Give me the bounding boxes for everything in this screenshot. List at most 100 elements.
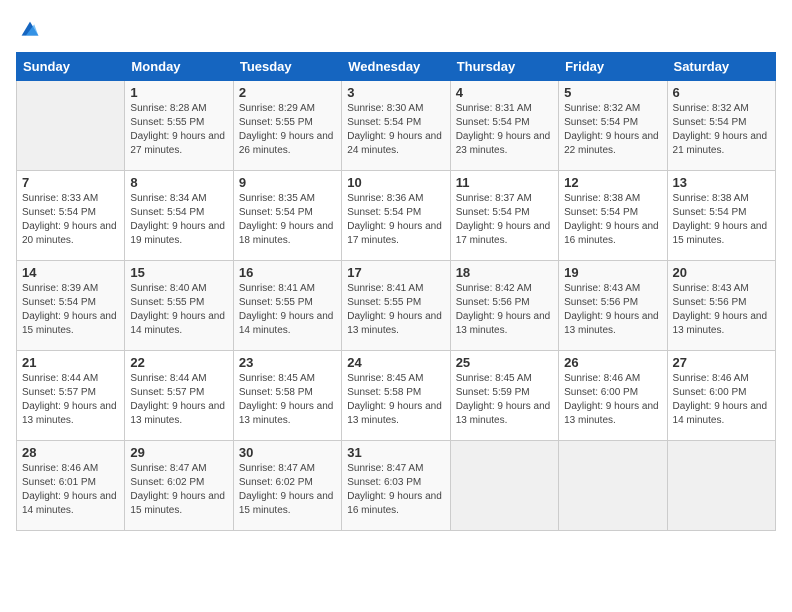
day-number: 29 (130, 445, 227, 460)
day-info: Sunrise: 8:29 AMSunset: 5:55 PMDaylight:… (239, 102, 336, 158)
calendar-cell: 3 Sunrise: 8:30 AMSunset: 5:54 PMDaylight… (342, 81, 450, 171)
calendar-cell: 13 Sunrise: 8:38 AMSunset: 5:54 PMDayligh… (667, 171, 775, 261)
day-info: Sunrise: 8:47 AMSunset: 6:03 PMDaylight:… (347, 462, 444, 518)
day-info: Sunrise: 8:38 AMSunset: 5:54 PMDaylight:… (673, 192, 770, 248)
calendar-cell: 29 Sunrise: 8:47 AMSunset: 6:02 PMDayligh… (125, 441, 233, 531)
day-number: 20 (673, 265, 770, 280)
day-number: 9 (239, 175, 336, 190)
calendar-cell: 30Sunrise: 8:47 AMSunset: 6:02 PMDayligh… (233, 441, 341, 531)
logo (16, 16, 48, 44)
calendar-header-row: SundayMondayTuesdayWednesdayThursdayFrid… (17, 53, 776, 81)
day-info: Sunrise: 8:46 AMSunset: 6:01 PMDaylight:… (22, 462, 119, 518)
day-info: Sunrise: 8:47 AMSunset: 6:02 PMDaylight:… (239, 462, 336, 518)
day-info: Sunrise: 8:32 AMSunset: 5:54 PMDaylight:… (564, 102, 661, 158)
calendar-cell: 12 Sunrise: 8:38 AMSunset: 5:54 PMDayligh… (559, 171, 667, 261)
day-number: 13 (673, 175, 770, 190)
calendar-cell: 28 Sunrise: 8:46 AMSunset: 6:01 PMDayligh… (17, 441, 125, 531)
day-info: Sunrise: 8:28 AMSunset: 5:55 PMDaylight:… (130, 102, 227, 158)
day-info: Sunrise: 8:43 AMSunset: 5:56 PMDaylight:… (564, 282, 661, 338)
day-info: Sunrise: 8:36 AMSunset: 5:54 PMDaylight:… (347, 192, 444, 248)
day-info: Sunrise: 8:45 AMSunset: 5:58 PMDaylight:… (239, 372, 336, 428)
calendar-week-row: 1 Sunrise: 8:28 AMSunset: 5:55 PMDaylight… (17, 81, 776, 171)
calendar-cell: 18 Sunrise: 8:42 AMSunset: 5:56 PMDayligh… (450, 261, 558, 351)
day-number: 1 (130, 85, 227, 100)
calendar-cell (450, 441, 558, 531)
calendar-cell: 31Sunrise: 8:47 AMSunset: 6:03 PMDayligh… (342, 441, 450, 531)
calendar-cell: 9 Sunrise: 8:35 AMSunset: 5:54 PMDaylight… (233, 171, 341, 261)
day-number: 4 (456, 85, 553, 100)
day-info: Sunrise: 8:45 AMSunset: 5:58 PMDaylight:… (347, 372, 444, 428)
calendar-cell: 19 Sunrise: 8:43 AMSunset: 5:56 PMDayligh… (559, 261, 667, 351)
day-info: Sunrise: 8:31 AMSunset: 5:54 PMDaylight:… (456, 102, 553, 158)
day-info: Sunrise: 8:41 AMSunset: 5:55 PMDaylight:… (347, 282, 444, 338)
day-number: 10 (347, 175, 444, 190)
day-info: Sunrise: 8:44 AMSunset: 5:57 PMDaylight:… (22, 372, 119, 428)
day-number: 3 (347, 85, 444, 100)
day-number: 11 (456, 175, 553, 190)
header-saturday: Saturday (667, 53, 775, 81)
day-info: Sunrise: 8:46 AMSunset: 6:00 PMDaylight:… (564, 372, 661, 428)
day-info: Sunrise: 8:46 AMSunset: 6:00 PMDaylight:… (673, 372, 770, 428)
day-number: 17 (347, 265, 444, 280)
day-info: Sunrise: 8:41 AMSunset: 5:55 PMDaylight:… (239, 282, 336, 338)
calendar-table: SundayMondayTuesdayWednesdayThursdayFrid… (16, 52, 776, 531)
day-info: Sunrise: 8:42 AMSunset: 5:56 PMDaylight:… (456, 282, 553, 338)
calendar-cell: 26 Sunrise: 8:46 AMSunset: 6:00 PMDayligh… (559, 351, 667, 441)
day-info: Sunrise: 8:43 AMSunset: 5:56 PMDaylight:… (673, 282, 770, 338)
calendar-cell: 24 Sunrise: 8:45 AMSunset: 5:58 PMDayligh… (342, 351, 450, 441)
day-info: Sunrise: 8:30 AMSunset: 5:54 PMDaylight:… (347, 102, 444, 158)
calendar-cell: 7Sunrise: 8:33 AMSunset: 5:54 PMDaylight… (17, 171, 125, 261)
day-number: 5 (564, 85, 661, 100)
day-info: Sunrise: 8:35 AMSunset: 5:54 PMDaylight:… (239, 192, 336, 248)
calendar-cell: 15 Sunrise: 8:40 AMSunset: 5:55 PMDayligh… (125, 261, 233, 351)
day-number: 18 (456, 265, 553, 280)
calendar-cell: 27 Sunrise: 8:46 AMSunset: 6:00 PMDayligh… (667, 351, 775, 441)
calendar-cell: 17 Sunrise: 8:41 AMSunset: 5:55 PMDayligh… (342, 261, 450, 351)
calendar-cell: 11 Sunrise: 8:37 AMSunset: 5:54 PMDayligh… (450, 171, 558, 261)
day-info: Sunrise: 8:38 AMSunset: 5:54 PMDaylight:… (564, 192, 661, 248)
day-number: 8 (130, 175, 227, 190)
header-wednesday: Wednesday (342, 53, 450, 81)
page-header (16, 16, 776, 44)
day-info: Sunrise: 8:47 AMSunset: 6:02 PMDaylight:… (130, 462, 227, 518)
calendar-cell: 8 Sunrise: 8:34 AMSunset: 5:54 PMDaylight… (125, 171, 233, 261)
day-info: Sunrise: 8:32 AMSunset: 5:54 PMDaylight:… (673, 102, 770, 158)
day-number: 26 (564, 355, 661, 370)
header-thursday: Thursday (450, 53, 558, 81)
calendar-cell: 16 Sunrise: 8:41 AMSunset: 5:55 PMDayligh… (233, 261, 341, 351)
day-number: 22 (130, 355, 227, 370)
calendar-cell: 25Sunrise: 8:45 AMSunset: 5:59 PMDayligh… (450, 351, 558, 441)
header-monday: Monday (125, 53, 233, 81)
day-info: Sunrise: 8:37 AMSunset: 5:54 PMDaylight:… (456, 192, 553, 248)
calendar-cell (559, 441, 667, 531)
day-number: 6 (673, 85, 770, 100)
day-number: 19 (564, 265, 661, 280)
calendar-cell: 10 Sunrise: 8:36 AMSunset: 5:54 PMDayligh… (342, 171, 450, 261)
calendar-cell: 22 Sunrise: 8:44 AMSunset: 5:57 PMDayligh… (125, 351, 233, 441)
calendar-week-row: 7Sunrise: 8:33 AMSunset: 5:54 PMDaylight… (17, 171, 776, 261)
logo-icon (16, 16, 44, 44)
day-info: Sunrise: 8:40 AMSunset: 5:55 PMDaylight:… (130, 282, 227, 338)
calendar-cell: 23Sunrise: 8:45 AMSunset: 5:58 PMDayligh… (233, 351, 341, 441)
day-number: 27 (673, 355, 770, 370)
day-number: 12 (564, 175, 661, 190)
header-sunday: Sunday (17, 53, 125, 81)
day-number: 25 (456, 355, 553, 370)
calendar-cell: 14Sunrise: 8:39 AMSunset: 5:54 PMDayligh… (17, 261, 125, 351)
calendar-cell: 6 Sunrise: 8:32 AMSunset: 5:54 PMDaylight… (667, 81, 775, 171)
day-number: 21 (22, 355, 119, 370)
calendar-cell: 21 Sunrise: 8:44 AMSunset: 5:57 PMDayligh… (17, 351, 125, 441)
calendar-cell: 20 Sunrise: 8:43 AMSunset: 5:56 PMDayligh… (667, 261, 775, 351)
header-tuesday: Tuesday (233, 53, 341, 81)
day-number: 15 (130, 265, 227, 280)
day-number: 7 (22, 175, 119, 190)
day-info: Sunrise: 8:34 AMSunset: 5:54 PMDaylight:… (130, 192, 227, 248)
calendar-cell: 5 Sunrise: 8:32 AMSunset: 5:54 PMDaylight… (559, 81, 667, 171)
calendar-cell (667, 441, 775, 531)
day-number: 28 (22, 445, 119, 460)
calendar-cell: 2Sunrise: 8:29 AMSunset: 5:55 PMDaylight… (233, 81, 341, 171)
day-number: 16 (239, 265, 336, 280)
day-info: Sunrise: 8:39 AMSunset: 5:54 PMDaylight:… (22, 282, 119, 338)
day-number: 24 (347, 355, 444, 370)
day-info: Sunrise: 8:44 AMSunset: 5:57 PMDaylight:… (130, 372, 227, 428)
